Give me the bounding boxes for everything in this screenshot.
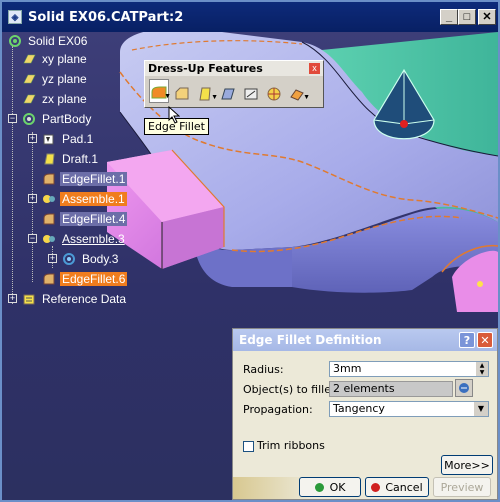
remove-face-icon[interactable]: ▼ bbox=[287, 79, 310, 103]
propagation-value: Tangency bbox=[333, 402, 385, 415]
tree-node[interactable]: Pad.1 bbox=[42, 130, 95, 148]
tree-node[interactable]: EdgeFillet.1 bbox=[42, 170, 128, 188]
tree-node-label: Assemble.3 bbox=[62, 232, 125, 246]
tree-node[interactable]: Assemble.3 bbox=[42, 230, 127, 248]
radius-value: 3mm bbox=[333, 362, 362, 375]
tree-node[interactable]: Reference Data bbox=[22, 290, 128, 308]
radius-label: Radius: bbox=[243, 363, 284, 376]
minimize-button[interactable]: _ bbox=[440, 9, 458, 25]
edge-fillet-dialog: Edge Fillet Definition ? ✕ Radius: 3mm ▲… bbox=[232, 328, 498, 500]
ok-label: OK bbox=[329, 480, 346, 494]
cancel-label: Cancel bbox=[385, 480, 423, 494]
trim-ribbons-label: Trim ribbons bbox=[257, 439, 325, 452]
tree-node[interactable]: Assemble.1 bbox=[42, 190, 127, 208]
tree-node-label: EdgeFillet.6 bbox=[60, 272, 128, 286]
chamfer-icon[interactable] bbox=[172, 79, 192, 103]
tree-node[interactable]: EdgeFillet.6 bbox=[42, 270, 128, 288]
preview-button[interactable]: Preview bbox=[433, 477, 491, 497]
maximize-button[interactable]: □ bbox=[458, 9, 476, 25]
close-button[interactable]: ✕ bbox=[478, 9, 496, 25]
expand-toggle[interactable]: + bbox=[8, 294, 17, 303]
3d-viewport[interactable]: Solid EX06 xy plane yz plane zx plane − … bbox=[2, 32, 498, 500]
tree-node[interactable]: Draft.1 bbox=[42, 150, 100, 168]
element-list-icon[interactable] bbox=[455, 379, 473, 397]
tree-node-label: Pad.1 bbox=[62, 132, 94, 146]
assemble-icon bbox=[42, 232, 56, 246]
assemble-icon bbox=[42, 192, 56, 206]
dialog-title-bar[interactable]: Edge Fillet Definition ? ✕ bbox=[233, 329, 497, 351]
edge-fillet-icon[interactable]: ▼ bbox=[149, 79, 171, 103]
tree-node-label: yz plane bbox=[42, 72, 87, 86]
tree-node-label: EdgeFillet.1 bbox=[60, 172, 128, 186]
propagation-label: Propagation: bbox=[243, 403, 313, 416]
tree-node-label: Body.3 bbox=[82, 252, 119, 266]
collapse-toggle[interactable]: − bbox=[28, 234, 37, 243]
mouse-cursor-icon bbox=[168, 106, 180, 124]
tree-node-label: Reference Data bbox=[42, 292, 127, 306]
radius-input[interactable]: 3mm ▲ ▼ bbox=[329, 361, 489, 377]
chevron-down-icon[interactable]: ▼ bbox=[474, 402, 488, 416]
reference-data-icon bbox=[22, 292, 36, 306]
cancel-button[interactable]: Cancel bbox=[365, 477, 429, 497]
plane-icon bbox=[22, 92, 36, 106]
help-button[interactable]: ? bbox=[459, 332, 475, 348]
edge-fillet-icon bbox=[42, 272, 56, 286]
pad-icon bbox=[42, 132, 56, 146]
toolbar-close-icon[interactable]: x bbox=[309, 63, 320, 74]
tree-node[interactable]: EdgeFillet.4 bbox=[42, 210, 128, 228]
spinner-icon[interactable]: ▲ ▼ bbox=[476, 362, 488, 376]
more-button[interactable]: More>> bbox=[441, 455, 493, 475]
tree-connector bbox=[32, 132, 33, 282]
objects-label: Object(s) to fillet: bbox=[243, 383, 340, 396]
thickness-icon[interactable] bbox=[241, 79, 261, 103]
collapse-toggle[interactable]: − bbox=[8, 114, 17, 123]
tree-node-label: EdgeFillet.4 bbox=[60, 212, 128, 226]
dress-up-toolbar[interactable]: Dress-Up Features x ▼ ▼ ▼ bbox=[144, 60, 324, 108]
expand-toggle[interactable]: + bbox=[48, 254, 57, 263]
shell-icon[interactable] bbox=[218, 79, 238, 103]
tree-node[interactable]: PartBody bbox=[22, 110, 93, 128]
tree-node-label: Assemble.1 bbox=[60, 192, 127, 206]
tree-node[interactable]: Solid EX06 bbox=[8, 32, 89, 50]
expand-toggle[interactable]: + bbox=[28, 194, 37, 203]
trim-ribbons-checkbox[interactable] bbox=[243, 441, 254, 452]
draft-icon[interactable]: ▼ bbox=[195, 79, 218, 103]
part-icon bbox=[8, 34, 22, 48]
body-icon bbox=[62, 252, 76, 266]
tree-node[interactable]: zx plane bbox=[22, 90, 89, 108]
dialog-title: Edge Fillet Definition bbox=[239, 333, 382, 347]
tree-connector bbox=[12, 46, 13, 304]
plane-icon bbox=[22, 72, 36, 86]
dialog-close-button[interactable]: ✕ bbox=[477, 332, 493, 348]
plane-icon bbox=[22, 52, 36, 66]
body-icon bbox=[22, 112, 36, 126]
tree-node[interactable]: Body.3 bbox=[62, 250, 120, 268]
tree-node-label: Solid EX06 bbox=[28, 34, 88, 48]
cancel-icon bbox=[371, 482, 381, 492]
title-bar[interactable]: ◈ Solid EX06.CATPart:2 _ □ ✕ bbox=[2, 2, 498, 32]
toolbar-title: Dress-Up Features bbox=[145, 61, 323, 76]
edge-fillet-icon bbox=[42, 172, 56, 186]
tree-node-label: Draft.1 bbox=[62, 152, 99, 166]
ok-button[interactable]: OK bbox=[299, 477, 361, 497]
objects-field[interactable]: 2 elements bbox=[329, 381, 453, 397]
ok-icon bbox=[314, 482, 324, 492]
tree-node[interactable]: yz plane bbox=[22, 70, 89, 88]
catia-window: ◈ Solid EX06.CATPart:2 _ □ ✕ Solid EX06 … bbox=[0, 0, 500, 502]
expand-toggle[interactable]: + bbox=[28, 134, 37, 143]
thread-icon[interactable] bbox=[264, 79, 284, 103]
edge-fillet-icon bbox=[42, 212, 56, 226]
app-icon: ◈ bbox=[8, 10, 22, 24]
tree-node-label: xy plane bbox=[42, 52, 87, 66]
tree-node-label: PartBody bbox=[42, 112, 92, 126]
tree-node[interactable]: xy plane bbox=[22, 50, 89, 68]
draft-icon bbox=[42, 152, 56, 166]
window-title: Solid EX06.CATPart:2 bbox=[28, 9, 184, 25]
propagation-select[interactable]: Tangency ▼ bbox=[329, 401, 489, 417]
tree-node-label: zx plane bbox=[42, 92, 87, 106]
